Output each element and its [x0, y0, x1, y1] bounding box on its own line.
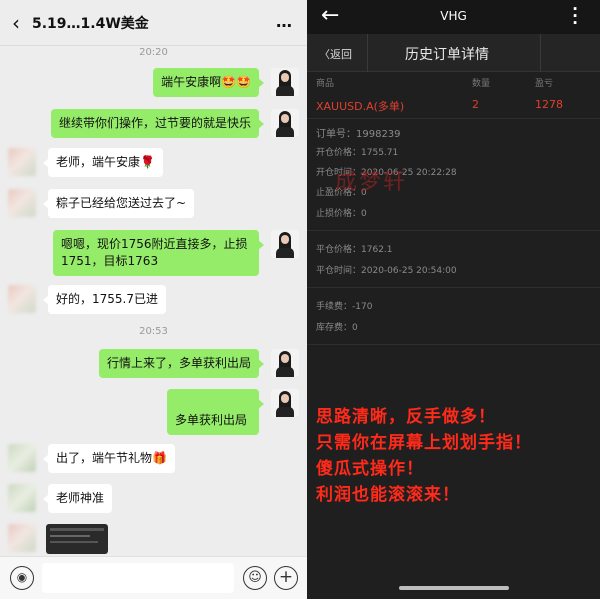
- divider: [540, 34, 541, 72]
- order-quantity: 2: [472, 98, 479, 111]
- avatar[interactable]: [271, 389, 299, 417]
- message-bubble[interactable]: 继续带你们操作，过节要的就是快乐: [50, 109, 265, 138]
- order-detail-pane: ← VHG · · · 〈返回 历史订单详情 商品 数量 盈亏 XAUUSD.A(多…: [307, 0, 600, 599]
- message-bubble[interactable]: 老师，端午安康🌹: [43, 148, 163, 177]
- emoji-icon[interactable]: ☺: [243, 566, 267, 590]
- promo-line: 傻瓜式操作！: [316, 459, 424, 479]
- order-profit: 1278: [535, 98, 563, 111]
- column-header-product: 商品: [316, 79, 335, 89]
- promo-line: 只需你在屏幕上划划手指！: [316, 433, 532, 453]
- message-bubble[interactable]: 老师神准: [42, 484, 113, 513]
- avatar[interactable]: [8, 524, 36, 552]
- chat-header: ‹ 5.19…1.4W美金 …: [0, 0, 307, 46]
- message-row: 粽子已经给您送过去了~: [8, 189, 195, 218]
- avatar[interactable]: [8, 484, 36, 512]
- sub-header: 〈返回 历史订单详情: [307, 34, 600, 72]
- image-message-thumbnail[interactable]: [46, 524, 108, 554]
- timestamp: 20:20: [139, 47, 168, 58]
- avatar[interactable]: [8, 189, 36, 217]
- message-bubble[interactable]: 多单获利出局: [167, 389, 264, 435]
- message-row: 好的，1755.7已进: [8, 285, 166, 314]
- message-row: 行情上来了，多单获利出局: [98, 349, 299, 378]
- message-bubble[interactable]: 端午安康啊🤩🤩: [153, 68, 264, 97]
- chat-title: 5.19…1.4W美金: [32, 15, 149, 32]
- message-bubble[interactable]: 好的，1755.7已进: [43, 285, 166, 314]
- avatar[interactable]: [8, 285, 36, 313]
- field-open-price: 开仓价格：1755.71: [316, 148, 399, 158]
- chat-input-bar: ◉ ☺ +: [0, 556, 307, 599]
- plus-icon[interactable]: +: [274, 566, 298, 590]
- app-name: VHG: [440, 9, 467, 23]
- message-row: 老师神准: [8, 484, 113, 513]
- message-row: 嗯嗯，现价1756附近直接多，止损1751，目标1763: [53, 230, 299, 276]
- avatar[interactable]: [271, 230, 299, 258]
- timestamp: 20:53: [139, 326, 168, 337]
- divider: [367, 34, 368, 72]
- avatar[interactable]: [8, 444, 36, 472]
- field-close-time: 平仓时间：2020-06-25 20:54:00: [316, 266, 457, 276]
- watermark: 成梦轩: [335, 170, 408, 195]
- avatar[interactable]: [8, 148, 36, 176]
- divider: [307, 118, 600, 119]
- more-icon[interactable]: …: [276, 12, 293, 31]
- message-bubble[interactable]: 行情上来了，多单获利出局: [98, 349, 265, 378]
- avatar[interactable]: [271, 349, 299, 377]
- message-bubble[interactable]: 粽子已经给您送过去了~: [42, 189, 195, 218]
- field-order-number: 订单号：1998239: [316, 129, 401, 140]
- message-bubble[interactable]: 嗯嗯，现价1756附近直接多，止损1751，目标1763: [53, 230, 264, 276]
- message-input[interactable]: [42, 563, 234, 593]
- divider: [307, 344, 600, 345]
- app-top-bar: ← VHG · · ·: [307, 0, 600, 34]
- message-bubble[interactable]: 出了，端午节礼物🎁: [43, 444, 175, 473]
- avatar[interactable]: [271, 68, 299, 96]
- promo-line: 利润也能滚滚来！: [316, 485, 460, 505]
- column-header-quantity: 数量: [472, 79, 491, 89]
- back-icon[interactable]: ‹: [0, 11, 32, 35]
- promo-line: 思路清晰，反手做多！: [316, 407, 496, 427]
- message-row: 出了，端午节礼物🎁: [8, 444, 175, 473]
- return-link[interactable]: 〈返回: [319, 46, 352, 62]
- field-commission: 手续费：-170: [316, 302, 373, 312]
- field-close-price: 平仓价格：1762.1: [316, 245, 393, 255]
- message-row: 继续带你们操作，过节要的就是快乐: [50, 109, 299, 138]
- avatar[interactable]: [271, 109, 299, 137]
- home-indicator[interactable]: [399, 586, 509, 590]
- field-swap: 库存费：0: [316, 323, 358, 333]
- chat-pane: ‹ 5.19…1.4W美金 … 20:20 端午安康啊🤩🤩 继续带你们操作，过节…: [0, 0, 307, 599]
- message-row: 端午安康啊🤩🤩: [153, 68, 299, 97]
- divider: [307, 287, 600, 288]
- order-symbol: XAUUSD.A(多单): [316, 100, 405, 113]
- more-vertical-icon[interactable]: · · ·: [572, 2, 578, 31]
- page-title: 历史订单详情: [405, 47, 489, 63]
- column-header-profit: 盈亏: [535, 79, 554, 89]
- message-row: 老师，端午安康🌹: [8, 148, 163, 177]
- divider: [307, 230, 600, 231]
- message-row: 多单获利出局: [167, 389, 299, 435]
- field-stop-loss: 止损价格：0: [316, 209, 367, 219]
- voice-icon[interactable]: ◉: [10, 566, 34, 590]
